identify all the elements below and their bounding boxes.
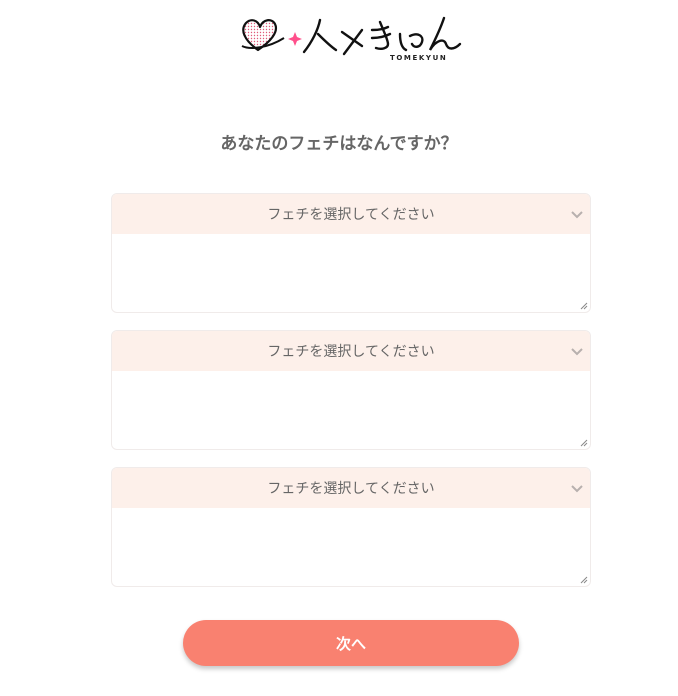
next-button[interactable]: 次へ xyxy=(183,620,519,666)
resize-handle-icon[interactable] xyxy=(580,439,588,447)
fetish-entry-3: フェチを選択してください xyxy=(111,467,591,587)
logo-subtitle: TOMEKYUN xyxy=(390,54,447,62)
question-heading: あなたのフェチはなんですか？ xyxy=(220,134,458,154)
fetish-entry-2: フェチを選択してください xyxy=(111,330,591,450)
logo: TOMEKYUN xyxy=(238,10,470,66)
heart-logo-icon xyxy=(241,19,285,52)
sparkle-icon xyxy=(288,32,302,46)
resize-handle-icon[interactable] xyxy=(580,576,588,584)
fetish-select-label: フェチを選択してください xyxy=(267,344,435,360)
chevron-down-icon xyxy=(571,485,583,493)
fetish-textarea-1[interactable] xyxy=(112,234,590,312)
fetish-select-label: フェチを選択してください xyxy=(267,207,435,223)
fetish-entry-1: フェチを選択してください xyxy=(111,193,591,313)
fetish-select-label: フェチを選択してください xyxy=(267,481,435,497)
logo-wordmark: TOMEKYUN xyxy=(241,16,462,62)
fetish-textarea-2[interactable] xyxy=(112,371,590,449)
fetish-textarea-3[interactable] xyxy=(112,508,590,586)
chevron-down-icon xyxy=(571,348,583,356)
fetish-select-2[interactable]: フェチを選択してください xyxy=(112,331,590,371)
resize-handle-icon[interactable] xyxy=(580,302,588,310)
fetish-select-1[interactable]: フェチを選択してください xyxy=(112,194,590,234)
fetish-select-3[interactable]: フェチを選択してください xyxy=(112,468,590,508)
chevron-down-icon xyxy=(571,211,583,219)
